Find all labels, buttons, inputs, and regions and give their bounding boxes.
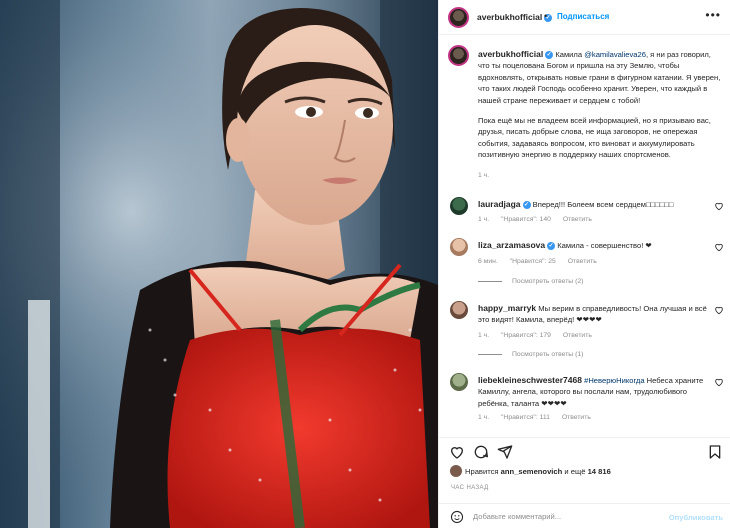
heart-icon[interactable] [714,242,724,252]
likes-count[interactable]: 14 816 [588,467,611,476]
view-replies-button[interactable]: Посмотреть ответы (2) [478,278,583,285]
comment-meta: 1 ч. "Нравится": 179 Ответить [478,332,592,339]
comment-text: happy_marryk Мы верим в справедливость! … [478,303,707,325]
skater-image [0,0,438,528]
verified-icon: ✓ [545,50,554,59]
reply-button[interactable]: Ответить [563,332,592,339]
add-comment-bar: Опубликовать [439,503,730,528]
comment-meta: 1 ч. "Нравится": 111 Ответить [478,414,591,421]
heart-icon[interactable] [714,377,724,387]
caption-author-avatar[interactable] [448,45,469,66]
hashtag-link[interactable]: #НеверюНикогда [584,376,644,385]
author-avatar[interactable] [448,7,469,28]
follow-button[interactable]: Подписаться [557,12,609,21]
post-time[interactable]: ЧАС НАЗАД [451,485,489,491]
caption-time[interactable]: 1 ч. [478,170,723,181]
heart-icon[interactable] [714,305,724,315]
post-header: averbukhofficial ✓ • Подписаться ••• [439,0,730,35]
caption-paragraph-2: Пока ещё мы не владеем всей информацией,… [478,116,711,160]
reply-button[interactable]: Ответить [563,216,592,223]
separator-dot: • [544,11,548,21]
commenter-avatar[interactable] [450,238,468,256]
post-photo[interactable] [0,0,438,528]
publish-button[interactable]: Опубликовать [669,513,723,522]
view-replies-button[interactable]: Посмотреть ответы (1) [478,351,583,358]
verified-icon: ✓ [522,200,531,209]
heart-icon[interactable] [714,201,724,211]
liker-username[interactable]: ann_semenovich [501,467,563,476]
caption-username[interactable]: averbukhofficial ✓ [478,49,554,59]
comment-text: liza_arzamasova ✓ Камила - совершенство! … [478,240,652,250]
commenter-avatar[interactable] [450,373,468,391]
share-icon[interactable] [497,444,513,460]
caption-text: averbukhofficial ✓ Камила @kamilavalieva2… [478,49,723,181]
comment-text: lauradjaga ✓ Вперед!!! Болеем всем сердце… [478,199,674,209]
action-bar [439,437,730,465]
reply-button[interactable]: Ответить [568,258,597,265]
commenter-avatar[interactable] [450,197,468,215]
bookmark-icon[interactable] [707,444,723,460]
mention-link[interactable]: @kamilavalieva26 [584,50,646,59]
emoji-icon[interactable] [450,510,464,524]
author-username[interactable]: averbukhofficial ✓ [477,12,553,22]
liker-avatar[interactable] [450,465,462,477]
comment-icon[interactable] [473,444,489,460]
reply-button[interactable]: Ответить [562,414,591,421]
like-heart-icon[interactable] [449,444,465,460]
more-horizontal-icon[interactable]: ••• [705,8,721,22]
comment-meta: 1 ч. "Нравится": 140 Ответить [478,216,592,223]
post-panel: averbukhofficial ✓ • Подписаться ••• aver… [438,0,730,528]
verified-icon: ✓ [547,241,556,250]
comment-input[interactable] [473,509,653,524]
comment-text: liebekleineschwester7468 #НеверюНикогда … [478,375,704,408]
comment-meta: 6 мин. "Нравится": 25 Ответить [478,258,597,265]
commenter-avatar[interactable] [450,301,468,319]
